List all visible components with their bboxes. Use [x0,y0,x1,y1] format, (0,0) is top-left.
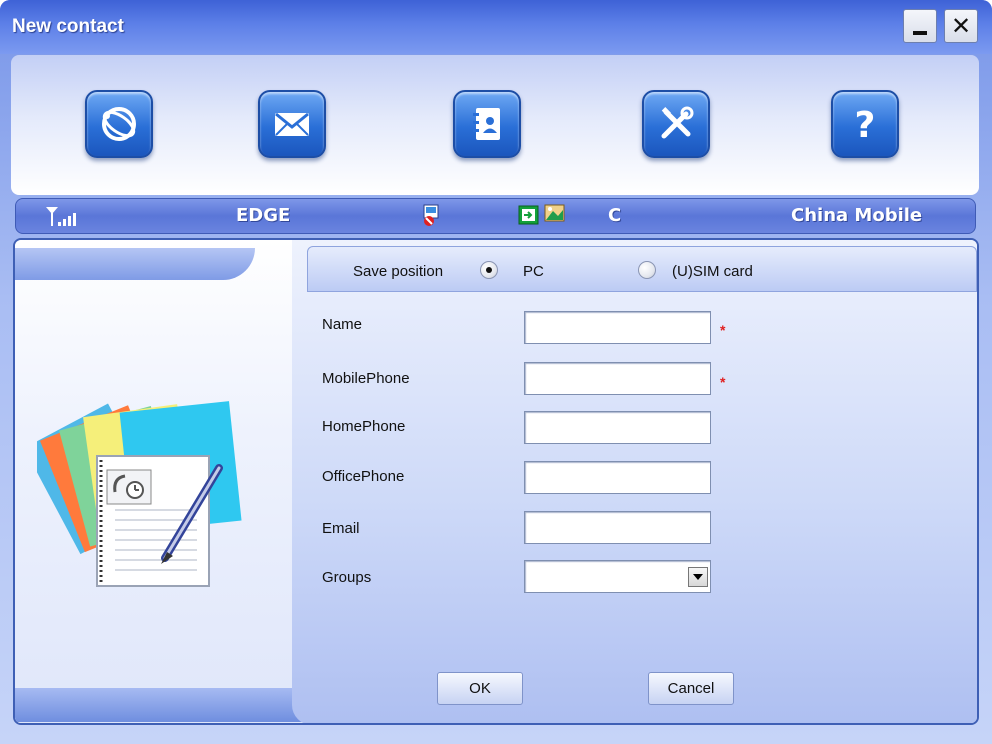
officephone-label: OfficePhone [322,468,405,485]
officephone-input[interactable] [524,461,711,494]
sim-status-icon [421,203,443,232]
envelope-icon [275,112,309,136]
picture-icon [543,203,567,232]
network-type: EDGE [236,205,291,226]
homephone-input[interactable] [524,411,711,444]
help-button[interactable]: ? [831,90,899,158]
decor-band-top [15,248,255,280]
cancel-button[interactable]: Cancel [648,672,734,705]
messages-button[interactable] [258,90,326,158]
contacts-button[interactable] [453,90,521,158]
help-icon: ? [855,105,876,146]
content-frame: Save position PC (U)SIM card Name * Mobi… [13,238,979,725]
close-icon: ✕ [950,12,972,40]
dropdown-arrow-button[interactable] [688,567,708,587]
groups-label: Groups [322,569,372,586]
minimize-button[interactable] [903,9,937,43]
connect-button[interactable] [85,90,153,158]
connection-status: C [608,205,622,226]
radio-pc-label[interactable]: PC [523,263,544,280]
svg-text:?: ? [855,105,876,146]
sms-icon [518,204,540,231]
operator-name: China Mobile [791,205,923,226]
minimize-icon [913,31,927,35]
name-required-mark: * [720,322,726,338]
chevron-down-icon [693,574,703,580]
homephone-label: HomePhone [322,418,406,435]
contacts-book-icon [473,108,500,140]
window-title: New contact [12,16,124,37]
new-contact-window: New contact ✕ ? EDGE C China Mobile Save… [0,0,992,744]
contact-card-illustration-icon [37,401,242,587]
name-input[interactable] [524,311,711,344]
close-button[interactable]: ✕ [944,9,978,43]
mobilephone-input[interactable] [524,362,711,395]
tools-icon [661,106,694,139]
settings-button[interactable] [642,90,710,158]
status-bar: EDGE C China Mobile [15,198,976,234]
radio-usim[interactable] [638,261,656,279]
save-position-label: Save position [353,263,444,280]
ok-button[interactable]: OK [437,672,523,705]
radio-usim-label[interactable]: (U)SIM card [672,263,753,280]
radio-pc[interactable] [480,261,498,279]
save-position-header: Save position PC (U)SIM card [307,246,977,292]
left-decor-panel [15,240,305,723]
email-label: Email [322,520,360,537]
mobilephone-required-mark: * [720,374,726,390]
mobilephone-label: MobilePhone [322,370,410,387]
globe-connect-icon [102,107,136,141]
signal-strength-icon [44,204,84,233]
groups-select[interactable] [524,560,711,593]
email-input[interactable] [524,511,711,544]
name-label: Name [322,316,363,333]
title-bar[interactable]: New contact ✕ [0,0,992,54]
